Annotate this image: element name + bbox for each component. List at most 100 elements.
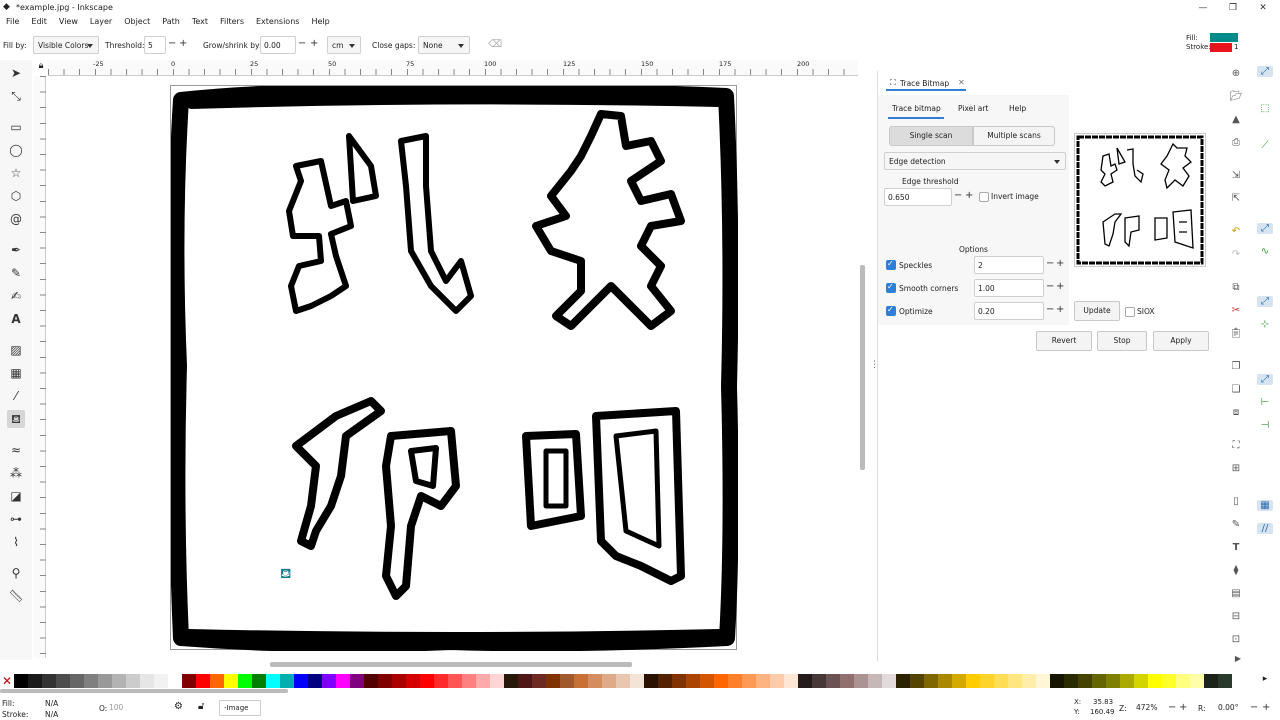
palette-swatch[interactable] [490, 674, 504, 688]
detection-mode-dropdown[interactable]: Edge detection [884, 152, 1066, 170]
menu-text[interactable]: Text [186, 16, 214, 30]
rotation-plus-button[interactable]: + [1262, 702, 1270, 713]
palette-swatch[interactable] [1036, 674, 1050, 688]
palette-swatch[interactable] [210, 674, 224, 688]
revert-button[interactable]: Revert [1036, 331, 1092, 351]
palette-swatch[interactable] [1190, 674, 1204, 688]
speckles-plus-button[interactable]: + [1056, 258, 1064, 269]
palette-swatch[interactable] [182, 674, 196, 688]
clone-icon[interactable]: ❏ [1228, 384, 1244, 395]
palette-swatch[interactable] [364, 674, 378, 688]
palette-swatch[interactable] [560, 674, 574, 688]
single-scan-button[interactable]: Single scan [889, 126, 973, 146]
palette-swatch[interactable] [952, 674, 966, 688]
horizontal-scrollbar[interactable] [270, 662, 632, 667]
open-document-icon[interactable]: 📂︎ [1228, 91, 1244, 102]
palette-swatch[interactable] [672, 674, 686, 688]
palette-swatch[interactable] [1148, 674, 1162, 688]
update-preview-button[interactable]: Update [1074, 301, 1120, 321]
opacity-input[interactable]: 100 [106, 700, 156, 716]
gradient-tool-icon[interactable]: ▨ [7, 341, 25, 359]
undo-icon[interactable]: ↶ [1228, 226, 1244, 237]
palette-swatch[interactable] [686, 674, 700, 688]
reset-fills-icon[interactable]: ⌫ [488, 39, 502, 50]
rotation-input[interactable]: 0.00° [1212, 700, 1250, 716]
palette-swatch[interactable] [1106, 674, 1120, 688]
snap-bbox-edges-icon[interactable]: ⟋ [1257, 140, 1273, 151]
threshold-plus-button[interactable]: + [179, 38, 187, 49]
palette-swatch[interactable] [574, 674, 588, 688]
toggle-layer-visibility-icon[interactable]: ⚙ [174, 701, 183, 712]
selector-tool-icon[interactable]: ➤ [7, 64, 25, 82]
palette-swatch[interactable] [854, 674, 868, 688]
palette-swatch[interactable] [798, 674, 812, 688]
palette-swatch[interactable] [154, 674, 168, 688]
close-gaps-dropdown[interactable]: None [418, 36, 470, 54]
spiral-tool-icon[interactable]: @ [7, 210, 25, 228]
palette-swatch[interactable] [1176, 674, 1190, 688]
palette-swatch[interactable] [518, 674, 532, 688]
palette-swatch[interactable] [1218, 674, 1232, 688]
palette-swatch[interactable] [882, 674, 896, 688]
palette-swatch[interactable] [588, 674, 602, 688]
edge-threshold-plus-button[interactable]: + [965, 190, 973, 201]
zoom-minus-button[interactable]: − [1168, 702, 1176, 713]
palette-swatch[interactable] [1078, 674, 1092, 688]
palette-swatch[interactable] [630, 674, 644, 688]
palette-swatch[interactable] [448, 674, 462, 688]
palette-swatch[interactable] [224, 674, 238, 688]
threshold-input[interactable]: 5 [144, 36, 166, 54]
speckles-checkbox[interactable] [886, 259, 896, 270]
palette-swatch[interactable] [140, 674, 154, 688]
palette-swatch[interactable] [196, 674, 210, 688]
menu-path[interactable]: Path [156, 16, 186, 30]
menu-extensions[interactable]: Extensions [250, 16, 305, 30]
threshold-minus-button[interactable]: − [168, 38, 176, 49]
close-dialog-icon[interactable]: ✕ [958, 78, 965, 87]
smooth-corners-minus-button[interactable]: − [1046, 281, 1054, 292]
spray-tool-icon[interactable]: ⁂ [7, 464, 25, 482]
palette-swatch[interactable] [392, 674, 406, 688]
snap-grid-icon[interactable]: ▦ [1257, 500, 1273, 511]
palette-swatch[interactable] [1162, 674, 1176, 688]
palette-swatch[interactable] [378, 674, 392, 688]
palette-swatch[interactable] [994, 674, 1008, 688]
palette-swatch[interactable] [812, 674, 826, 688]
menu-help[interactable]: Help [305, 16, 335, 30]
menu-view[interactable]: View [53, 16, 84, 30]
snap-center-icon[interactable]: ⊹ [1257, 319, 1273, 330]
dialog-tab-trace-bitmap[interactable]: ⛶ Trace Bitmap ✕ [886, 75, 966, 91]
cut-icon[interactable]: ✂ [1228, 305, 1244, 316]
palette-swatch[interactable] [756, 674, 770, 688]
measure-tool-icon[interactable]: 📏︎ [7, 587, 25, 605]
rectangle-tool-icon[interactable]: ▭ [7, 118, 25, 136]
mesh-tool-icon[interactable]: ▦ [7, 364, 25, 382]
smooth-corners-input[interactable]: 1.00 [974, 279, 1044, 297]
palette-swatch[interactable] [742, 674, 756, 688]
connector-tool-icon[interactable]: ⊶ [7, 510, 25, 528]
palette-swatch[interactable] [602, 674, 616, 688]
current-layer-dropdown[interactable]: -Image [219, 700, 261, 716]
traced-seal-image[interactable] [171, 86, 738, 651]
stop-button[interactable]: Stop [1097, 331, 1147, 351]
unlink-clone-icon[interactable]: ⧈ [1228, 407, 1244, 418]
smooth-corners-plus-button[interactable]: + [1056, 281, 1064, 292]
edge-threshold-input[interactable]: 0.650 [884, 188, 952, 206]
palette-swatch[interactable] [868, 674, 882, 688]
palette-swatch[interactable] [840, 674, 854, 688]
palette-swatch[interactable] [546, 674, 560, 688]
dropper-tool-icon[interactable]: ⁄ [7, 387, 25, 405]
grow-shrink-input[interactable]: 0.00 [260, 36, 296, 54]
duplicate-icon[interactable]: ❐ [1228, 361, 1244, 372]
palette-swatch[interactable] [14, 674, 28, 688]
palette-swatch[interactable] [826, 674, 840, 688]
speckles-input[interactable]: 2 [974, 256, 1044, 274]
unit-dropdown[interactable]: cm [327, 36, 361, 54]
snap-toggle-icon[interactable]: ⤢ [1257, 66, 1273, 77]
palette-swatch[interactable] [1064, 674, 1078, 688]
palette-swatch[interactable] [280, 674, 294, 688]
palette-swatch[interactable] [1092, 674, 1106, 688]
palette-swatch[interactable] [938, 674, 952, 688]
palette-swatch[interactable] [784, 674, 798, 688]
palette-swatch[interactable] [420, 674, 434, 688]
